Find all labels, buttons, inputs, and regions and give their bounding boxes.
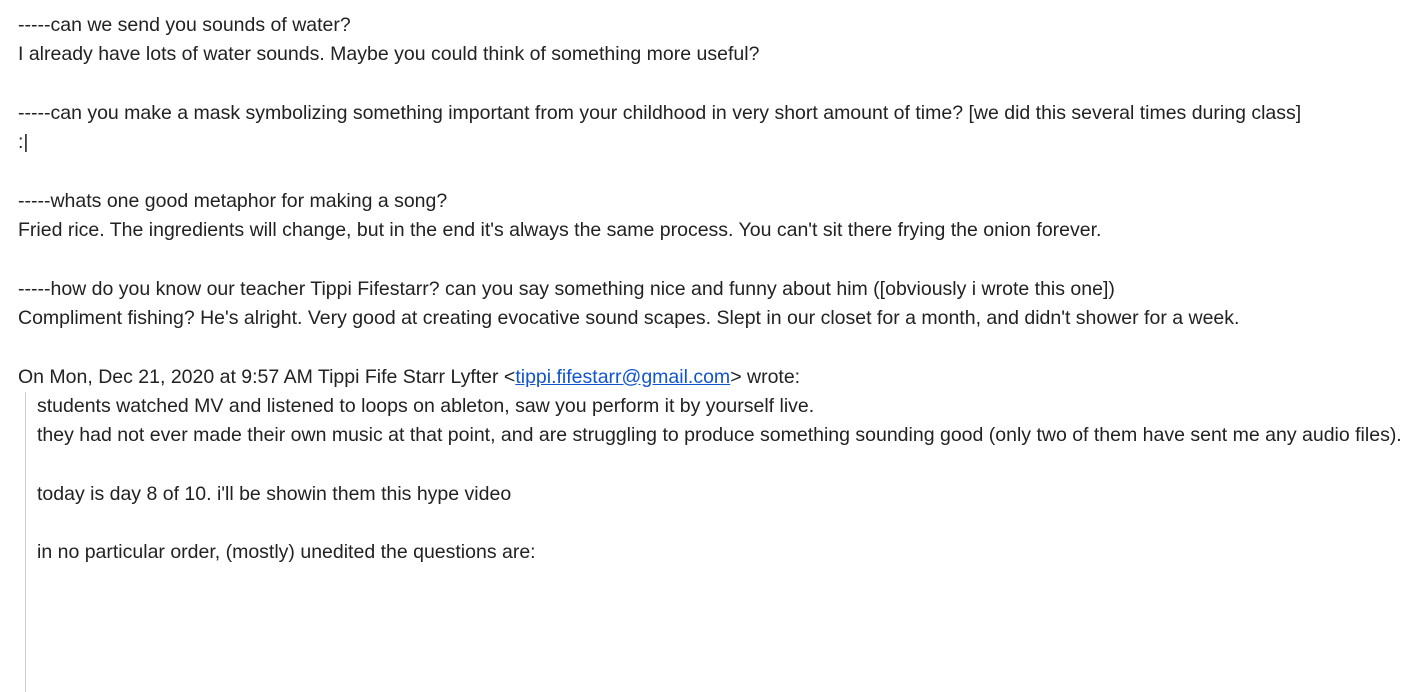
quoted-line-1: students watched MV and listened to loop… <box>37 394 815 417</box>
sender-email-link[interactable]: tippi.fifestarr@gmail.com <box>515 366 730 388</box>
quote-attribution: On Mon, Dec 21, 2020 at 9:57 AM Tippi Fi… <box>18 363 1406 392</box>
question-metaphor: -----whats one good metaphor for making … <box>18 189 448 212</box>
quoted-line-3: today is day 8 of 10. i'll be showin the… <box>37 482 512 505</box>
question-water: -----can we send you sounds of water? <box>18 14 351 36</box>
quoted-line-4: in no particular order, (mostly) unedite… <box>37 541 536 564</box>
email-body: -----can we send you sounds of water? I … <box>18 11 1406 692</box>
question-mask: -----can you make a mask symbolizing som… <box>18 101 1302 124</box>
answer-mask: :| <box>18 131 29 154</box>
answer-metaphor: Fried rice. The ingredients will change,… <box>18 219 1102 242</box>
quoted-message: students watched MV and listened to loop… <box>25 391 1406 692</box>
attribution-prefix: On Mon, Dec 21, 2020 at 9:57 AM Tippi Fi… <box>18 365 516 388</box>
question-teacher: -----how do you know our teacher Tippi F… <box>18 277 1115 300</box>
answer-water: I already have lots of water sounds. May… <box>18 43 760 66</box>
answer-teacher: Compliment fishing? He's alright. Very g… <box>18 306 1240 329</box>
attribution-suffix: > wrote: <box>730 365 801 388</box>
quoted-line-2: they had not ever made their own music a… <box>37 424 1402 447</box>
